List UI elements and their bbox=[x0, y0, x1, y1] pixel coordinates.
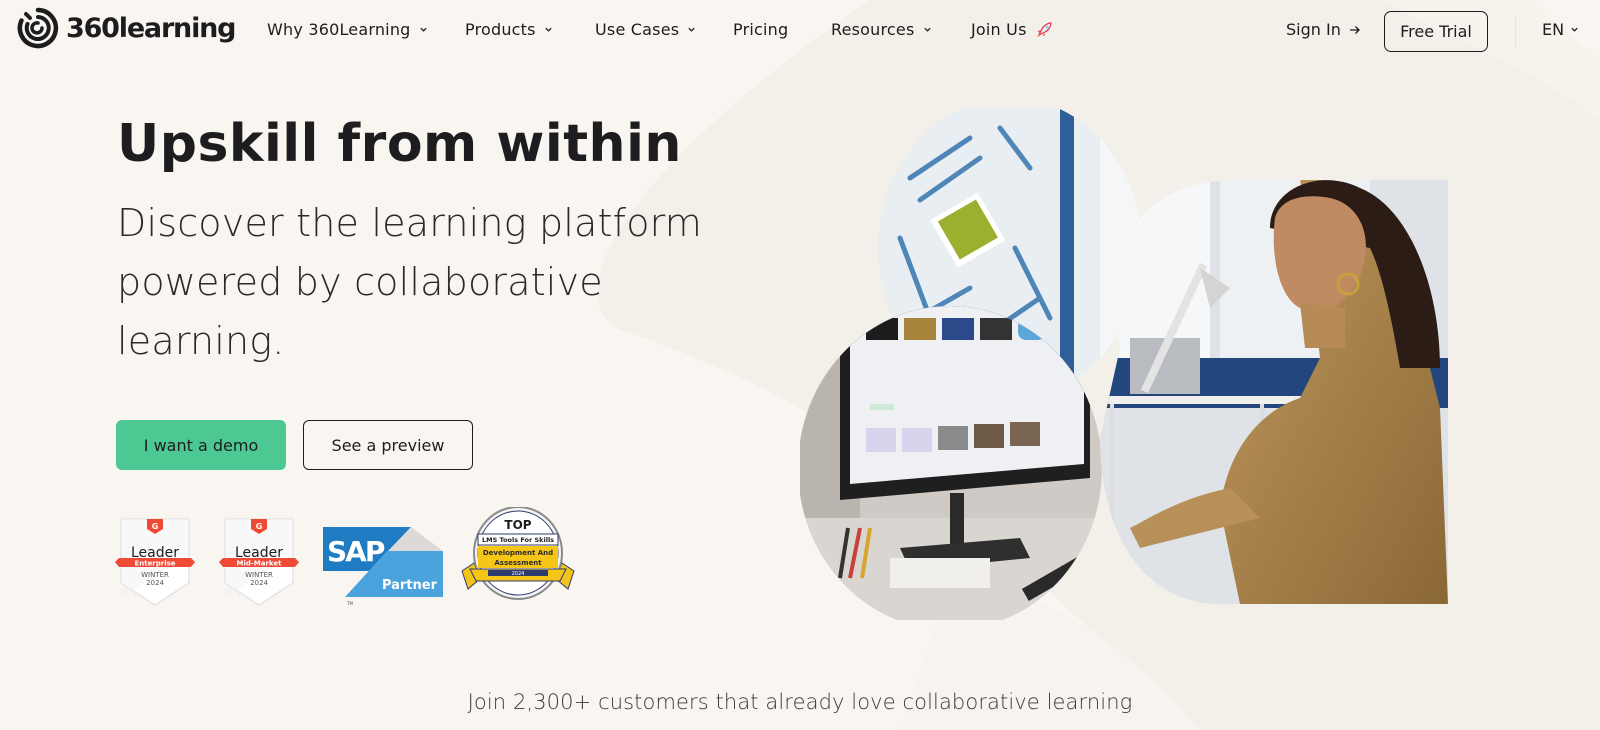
hero-title: Upskill from within bbox=[117, 114, 682, 174]
chevron-down-icon bbox=[419, 27, 427, 32]
logo-text: 360learning bbox=[66, 12, 236, 44]
svg-text:G: G bbox=[152, 522, 159, 531]
badge-ribbon: Mid-Market bbox=[237, 560, 283, 568]
hero-subtitle: Discover the learning platform powered b… bbox=[117, 194, 717, 371]
nav-label: Resources bbox=[831, 20, 915, 39]
nav-label: Pricing bbox=[733, 20, 789, 39]
sap-logo-text: SAP bbox=[327, 535, 385, 568]
nav-divider bbox=[1515, 16, 1516, 48]
nav-use-cases[interactable]: Use Cases bbox=[595, 20, 696, 39]
chevron-down-icon bbox=[923, 27, 931, 32]
language-label: EN bbox=[1542, 20, 1565, 39]
see-preview-button[interactable]: See a preview bbox=[303, 420, 473, 470]
free-trial-button[interactable]: Free Trial bbox=[1384, 11, 1488, 52]
photo-woman-segment bbox=[1100, 180, 1448, 604]
logo-link[interactable]: 360learning bbox=[16, 7, 236, 49]
badge-ribbon: Enterprise bbox=[134, 560, 175, 568]
logo-icon bbox=[17, 7, 59, 49]
sign-in-link[interactable]: Sign In bbox=[1286, 20, 1361, 39]
nav-why-360learning[interactable]: Why 360Learning bbox=[267, 20, 428, 39]
hero-image bbox=[800, 108, 1448, 620]
svg-text:G: G bbox=[256, 522, 263, 531]
arrow-right-icon bbox=[1349, 25, 1360, 34]
badge-season: WINTER bbox=[141, 571, 169, 579]
award-line1: LMS Tools For Skills bbox=[482, 536, 554, 544]
nav-products[interactable]: Products bbox=[465, 20, 553, 39]
sap-partner-label: Partner bbox=[382, 578, 438, 593]
nav-resources[interactable]: Resources bbox=[831, 20, 932, 39]
g2-leader-mid-market-badge: G Leader Mid-Market WINTER 2024 bbox=[219, 518, 299, 606]
nav-pricing[interactable]: Pricing bbox=[733, 20, 788, 39]
award-line3: Assessment bbox=[494, 559, 542, 567]
hero-subtitle-line: Discover the learning platform bbox=[117, 201, 703, 245]
badge-year: 2024 bbox=[146, 579, 164, 587]
language-selector[interactable]: EN bbox=[1542, 20, 1579, 39]
rocket-icon bbox=[1036, 21, 1052, 37]
nav-label: Why 360Learning bbox=[267, 20, 411, 39]
hero-subtitle-line: learning. bbox=[117, 319, 285, 363]
chevron-down-icon bbox=[688, 27, 695, 32]
request-demo-button[interactable]: I want a demo bbox=[116, 420, 286, 470]
nav-label: Use Cases bbox=[595, 20, 680, 39]
award-year: 2024 bbox=[512, 571, 525, 577]
award-line2: Development And bbox=[483, 549, 553, 557]
badge-season: WINTER bbox=[245, 571, 273, 579]
nav-join-us[interactable]: Join Us bbox=[971, 20, 1053, 39]
social-proof-text: Join 2,300+ customers that already love … bbox=[467, 690, 1133, 714]
chevron-down-icon bbox=[1571, 27, 1578, 32]
sap-partner-logo: SAP Partner TM bbox=[323, 527, 443, 606]
top-navigation: 360learning Why 360Learning Products Use… bbox=[0, 0, 1600, 64]
sap-tm: TM bbox=[346, 601, 353, 606]
hero-subtitle-line: powered by collaborative bbox=[117, 260, 603, 304]
chevron-down-icon bbox=[545, 27, 552, 32]
badge-year: 2024 bbox=[250, 579, 268, 587]
nav-label: Join Us bbox=[971, 20, 1027, 39]
nav-label: Products bbox=[465, 20, 536, 39]
g2-leader-enterprise-badge: G Leader Enterprise WINTER 2024 bbox=[115, 518, 195, 606]
top-lms-award-badge: TOP LMS Tools For Skills Development And… bbox=[461, 507, 575, 600]
award-top: TOP bbox=[504, 518, 531, 532]
sign-in-label: Sign In bbox=[1286, 20, 1341, 39]
